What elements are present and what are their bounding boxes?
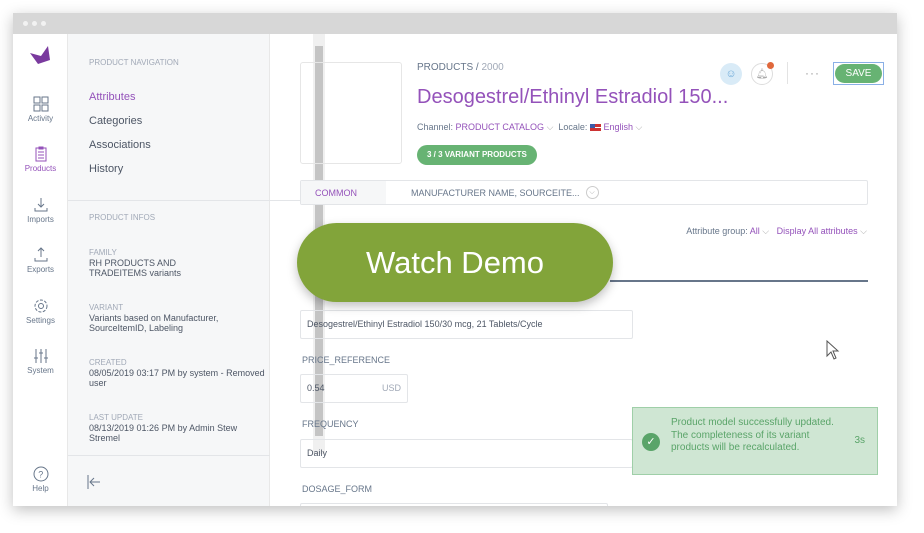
page-title: Desogestrel/Ethinyl Estradiol 150... xyxy=(417,86,729,108)
tab-variant-label: MANUFACTURER NAME, SOURCEITE... xyxy=(411,187,580,198)
export-icon xyxy=(34,247,47,262)
chevron-down-icon[interactable]: ⌵ xyxy=(585,186,599,199)
collapse-icon[interactable] xyxy=(86,474,102,490)
sidebar-item-products[interactable]: Products xyxy=(13,146,68,173)
toast-message: Product model successfully updated. The … xyxy=(671,417,834,453)
watch-demo-button[interactable]: Watch Demo xyxy=(297,223,613,302)
section-title: PRODUCT NAVIGATION xyxy=(89,58,179,67)
sidebar-item-settings[interactable]: Settings xyxy=(13,298,68,325)
add-icon[interactable]: + xyxy=(615,504,623,506)
product-image[interactable] xyxy=(300,62,402,164)
context-switcher: Channel: PRODUCT CATALOG ⌵ Locale: Engli… xyxy=(417,122,643,132)
locale-label: Locale: xyxy=(558,122,590,132)
help-label: Help xyxy=(32,484,49,493)
sliders-icon xyxy=(33,349,48,363)
mouse-cursor-icon xyxy=(826,340,840,360)
nav-link-attributes[interactable]: Attributes xyxy=(89,91,135,103)
help-icon: ? xyxy=(33,466,48,482)
sidebar-item-label: Settings xyxy=(26,316,55,325)
clipboard-icon xyxy=(35,146,46,162)
help-button[interactable]: ? Help xyxy=(13,466,68,493)
window-dot xyxy=(32,21,37,26)
breadcrumb-products[interactable]: PRODUCTS xyxy=(417,62,473,73)
clear-icon[interactable]: ✕ xyxy=(593,504,601,506)
sidebar-item-label: Products xyxy=(24,164,57,173)
dosage-form-select[interactable]: ✕ xyxy=(300,503,608,506)
variant-products-badge[interactable]: 3 / 3 VARIANT PRODUCTS xyxy=(417,145,537,165)
nav-link-associations[interactable]: Associations xyxy=(89,139,151,151)
sidebar-item-label: Imports xyxy=(27,215,54,224)
info-value: Variants based on Manufacturer, SourceIt… xyxy=(89,313,219,333)
nav-link-categories[interactable]: Categories xyxy=(89,115,142,127)
section-divider xyxy=(610,280,868,282)
svg-text:?: ? xyxy=(38,470,43,480)
main-sidebar: Activity Products Imports Exports Settin… xyxy=(13,34,68,506)
info-value: 08/05/2019 03:17 PM by system - Removed … xyxy=(89,368,265,388)
window-titlebar xyxy=(13,13,897,34)
variant-tabs: COMMON MANUFACTURER NAME, SOURCEITE... ⌵ xyxy=(300,180,868,205)
logo[interactable] xyxy=(28,44,52,68)
notifications-button[interactable]: 🔔︎ xyxy=(751,62,774,85)
price-unit: USD xyxy=(381,383,401,393)
channel-label: Channel: xyxy=(417,122,456,132)
check-icon: ✓ xyxy=(642,433,660,451)
user-avatar[interactable]: ☺ xyxy=(720,63,742,85)
info-created: CREATED 08/05/2019 03:17 PM by system - R… xyxy=(89,358,269,388)
price-value: 0.54 xyxy=(307,383,325,393)
attribute-filters: Attribute group: All ⌵ Display All attri… xyxy=(686,226,867,236)
gear-icon xyxy=(34,299,47,313)
save-button[interactable]: SAVE xyxy=(833,62,884,85)
info-label: CREATED xyxy=(89,358,127,367)
sidebar-item-imports[interactable]: Imports xyxy=(13,197,68,224)
product-navigation-panel: PRODUCT NAVIGATION Attributes Categories… xyxy=(68,34,325,506)
sidebar-item-exports[interactable]: Exports xyxy=(13,247,68,274)
sidebar-item-system[interactable]: System xyxy=(13,348,68,375)
window-dot xyxy=(41,21,46,26)
bell-icon: 🔔︎ xyxy=(755,68,769,80)
info-value: RH PRODUCTS AND TRADEITEMS variants xyxy=(89,258,182,278)
info-value: 08/13/2019 01:26 PM by Admin Stew Streme… xyxy=(89,423,238,443)
group-label: Attribute group: xyxy=(686,226,750,236)
window-dot xyxy=(23,21,28,26)
sidebar-item-label: System xyxy=(27,366,54,375)
more-options-button[interactable]: ··· xyxy=(805,66,820,80)
divider xyxy=(787,62,788,84)
frequency-label: FREQUENCY xyxy=(302,419,359,429)
sidebar-item-label: Activity xyxy=(27,114,54,123)
toast-timer: 3s xyxy=(854,435,865,446)
info-last-update: LAST UPDATE 08/13/2019 01:26 PM by Admin … xyxy=(89,413,239,443)
info-variant: VARIANT Variants based on Manufacturer, S… xyxy=(89,303,239,333)
save-label: SAVE xyxy=(835,64,882,83)
breadcrumb-id: 2000 xyxy=(481,62,504,73)
info-label: LAST UPDATE xyxy=(89,413,143,422)
locale-dropdown[interactable]: English xyxy=(603,122,633,132)
display-attributes-dropdown[interactable]: Display All attributes xyxy=(777,226,858,236)
channel-dropdown[interactable]: PRODUCT CATALOG xyxy=(456,122,545,132)
breadcrumb: PRODUCTS / 2000 xyxy=(417,62,504,73)
name-field[interactable]: Desogestrel/Ethinyl Estradiol 150/30 mcg… xyxy=(300,310,633,339)
nav-link-history[interactable]: History xyxy=(89,163,123,175)
us-flag-icon xyxy=(589,124,601,132)
attribute-group-dropdown[interactable]: All xyxy=(750,226,760,236)
import-icon xyxy=(34,198,47,212)
info-label: VARIANT xyxy=(89,303,124,312)
tab-common[interactable]: COMMON xyxy=(301,181,386,204)
frequency-field[interactable]: Daily xyxy=(300,439,633,468)
tab-variant[interactable]: MANUFACTURER NAME, SOURCEITE... ⌵ xyxy=(386,181,599,205)
divider xyxy=(68,455,270,456)
sidebar-item-activity[interactable]: Activity xyxy=(13,96,68,123)
success-toast: ✓ Product model successfully updated. Th… xyxy=(632,407,878,475)
price-label: PRICE_REFERENCE xyxy=(302,355,391,365)
notification-dot xyxy=(767,62,774,69)
price-field[interactable]: 0.54 USD xyxy=(300,374,408,403)
dosage-form-label: DOSAGE_FORM xyxy=(302,484,373,494)
section-title: PRODUCT INFOS xyxy=(89,213,156,222)
sidebar-item-label: Exports xyxy=(26,265,55,274)
grid-icon xyxy=(33,96,48,112)
